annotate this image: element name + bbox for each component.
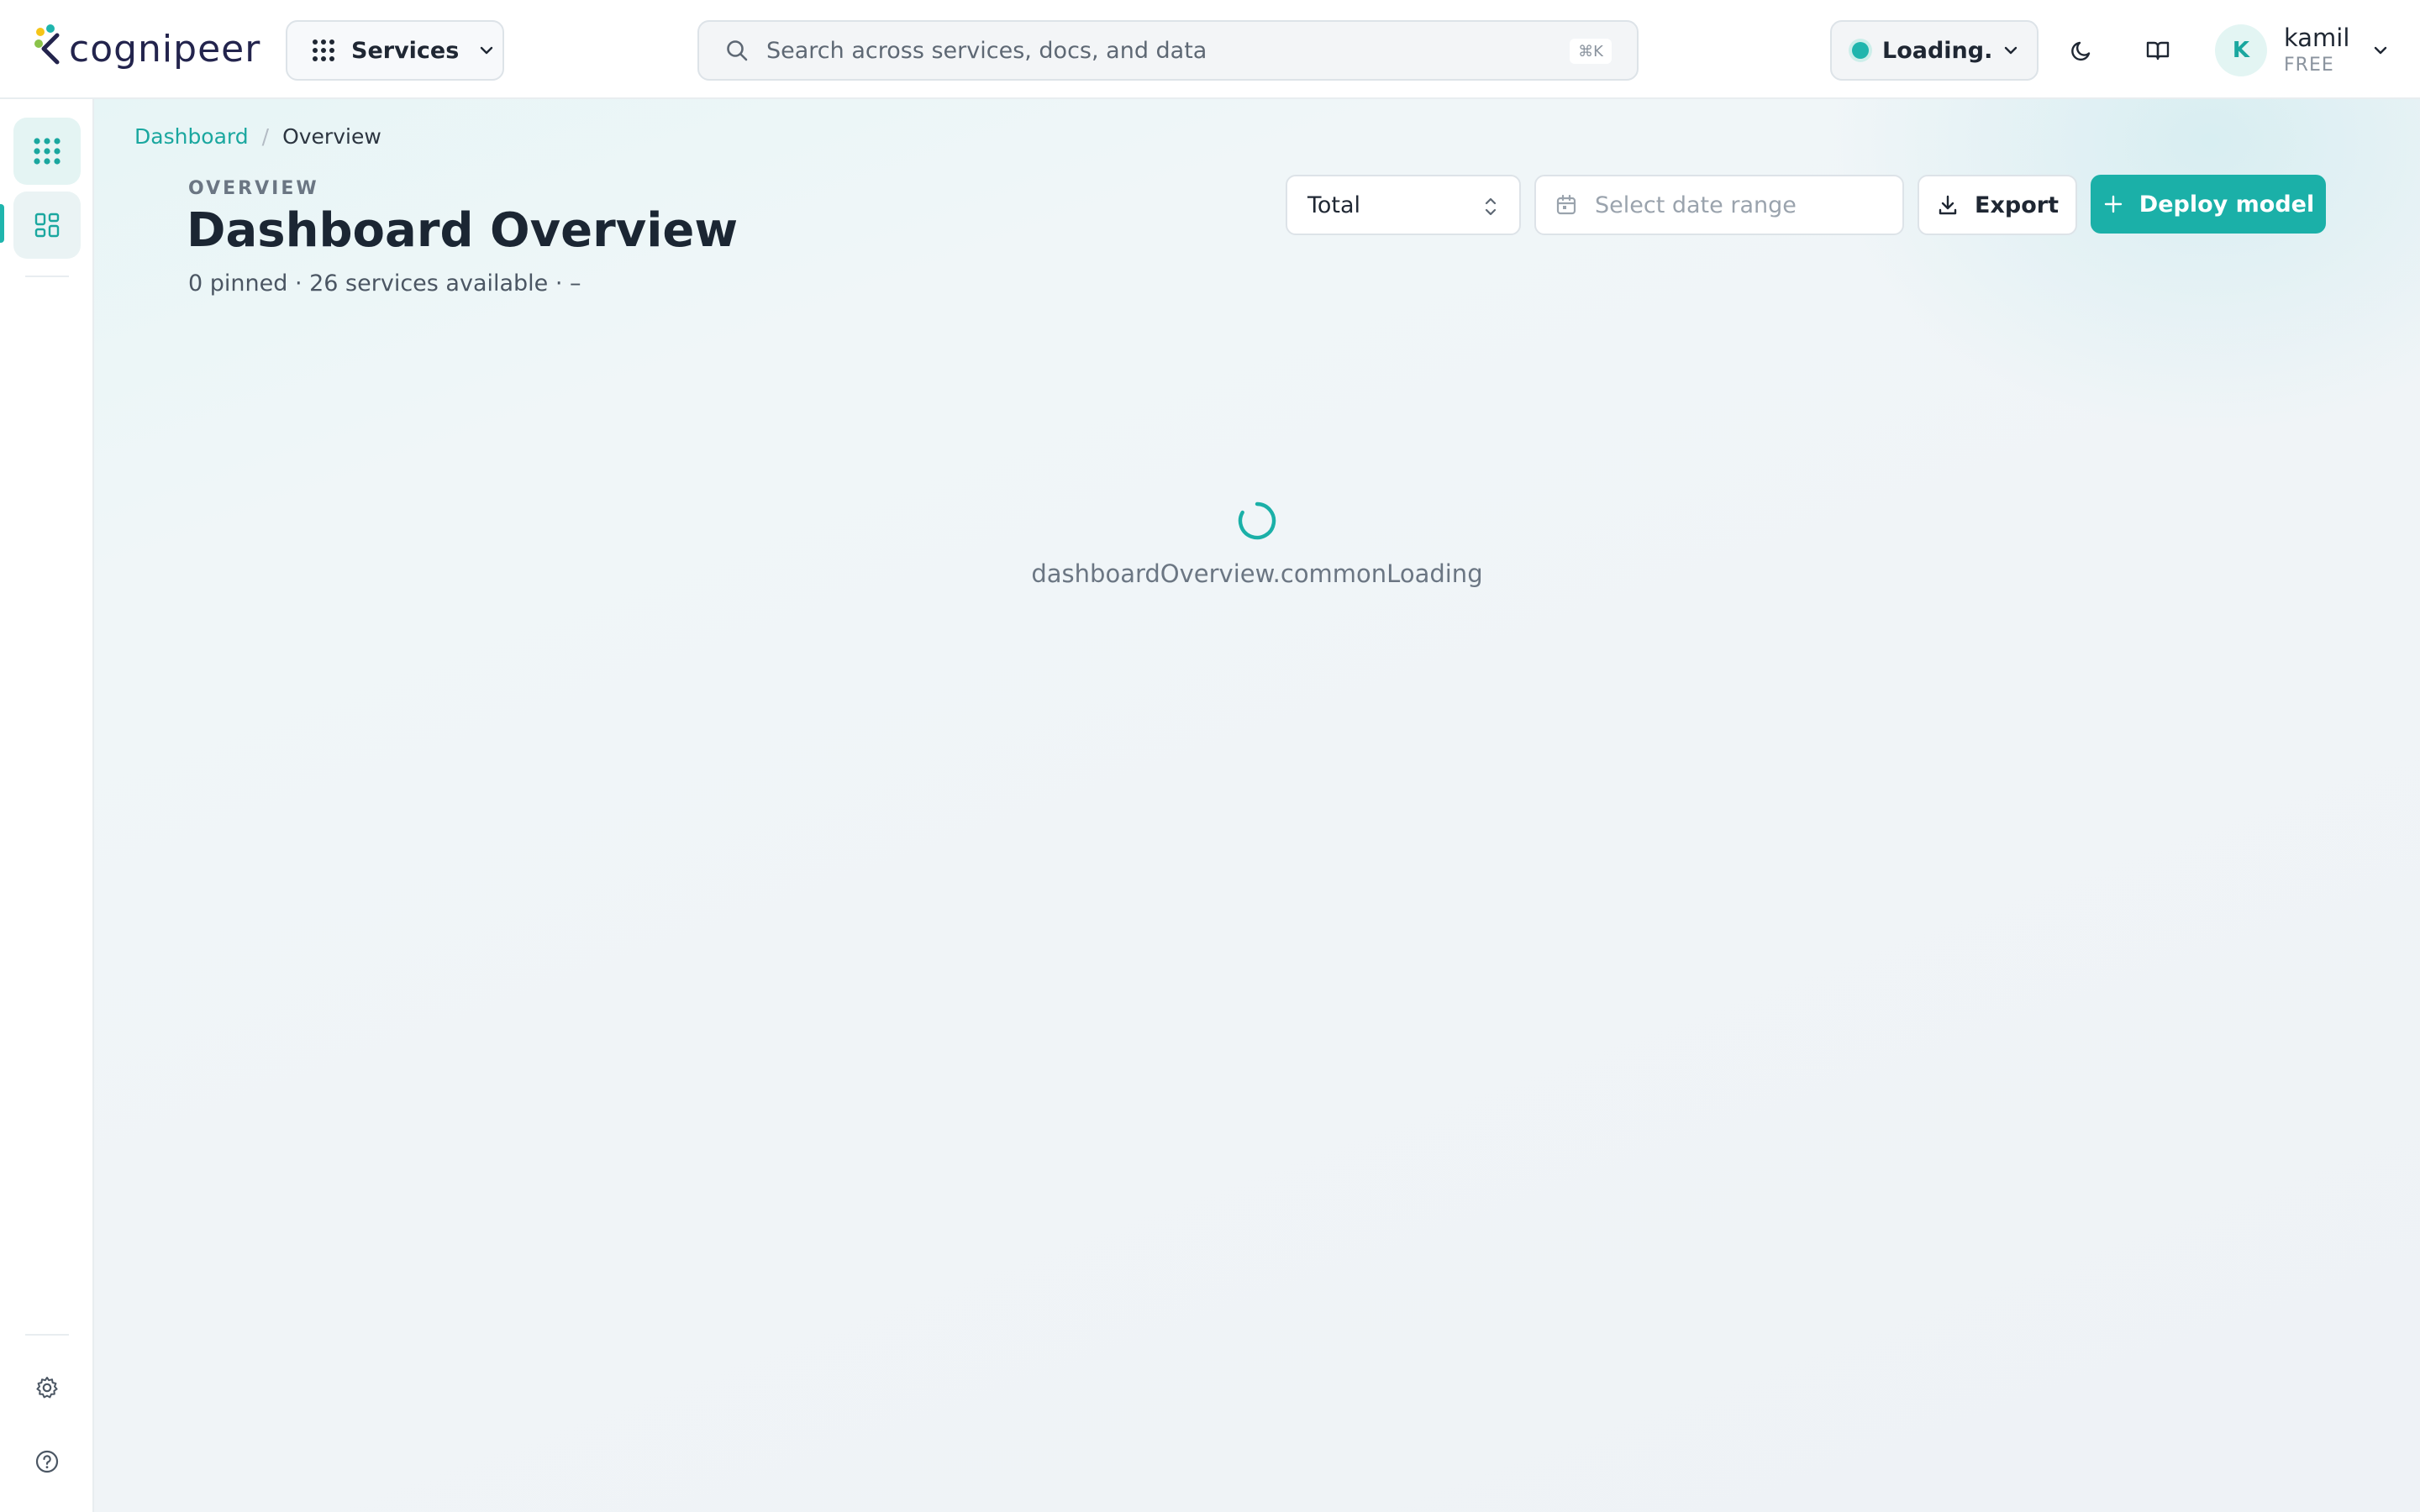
user-name: kamil (2284, 24, 2350, 52)
avatar: K (2215, 24, 2267, 76)
brand-name: cognipeer (69, 27, 261, 71)
environment-label: Loading... (1882, 37, 1991, 64)
services-menu-button[interactable]: Services (286, 20, 504, 81)
date-range-picker[interactable]: Select date range (1534, 175, 1904, 235)
moon-icon (2071, 41, 2091, 61)
date-range-placeholder: Select date range (1595, 192, 1797, 218)
environment-selector[interactable]: Loading... (1830, 20, 2039, 81)
search-input[interactable] (766, 37, 1556, 64)
cognipeer-logo-icon (34, 24, 60, 65)
global-search[interactable]: ⌘K (697, 20, 1639, 81)
sidebar-divider (25, 276, 69, 277)
sidebar (0, 99, 94, 1512)
dashboard-layout-icon (34, 213, 60, 238)
aggregation-select[interactable]: Total (1286, 175, 1521, 235)
calendar-icon (1556, 194, 1576, 215)
breadcrumb-separator: / (261, 124, 270, 149)
breadcrumb: Dashboard / Overview (134, 124, 381, 149)
grid-dots-icon (313, 39, 334, 61)
sidebar-item-settings[interactable] (13, 1354, 81, 1421)
book-open-icon (2146, 41, 2170, 60)
status-dot (1852, 42, 1869, 59)
sidebar-item-help[interactable] (13, 1428, 81, 1495)
page-subtitle: 0 pinned · 26 services available · – (188, 270, 581, 297)
chevron-up-down-icon (1485, 197, 1497, 216)
loading-message: dashboardOverview.commonLoading (1031, 559, 1483, 588)
aggregation-value: Total (1307, 192, 1361, 218)
plan-badge: FREE (2284, 55, 2334, 76)
sidebar-divider (25, 1334, 69, 1336)
loading-spinner-icon (1238, 501, 1276, 540)
top-bar: cognipeer Services ⌘K Loading... (0, 0, 2420, 99)
user-menu[interactable]: K kamil FREE (2215, 18, 2390, 82)
sidebar-item-dashboard[interactable] (13, 192, 81, 259)
chevron-down-icon (2004, 46, 2018, 55)
deploy-model-label: Deploy model (2139, 191, 2315, 218)
gear-icon (36, 1377, 58, 1399)
export-button[interactable]: Export (1918, 175, 2077, 235)
docs-button[interactable] (2136, 29, 2180, 72)
chevron-down-icon (2375, 46, 2387, 55)
services-label: Services (351, 37, 460, 64)
brand-logo[interactable]: cognipeer (32, 22, 260, 76)
page-title: Dashboard Overview (187, 203, 739, 258)
page-eyebrow: OVERVIEW (188, 178, 319, 199)
sidebar-item-apps[interactable] (13, 118, 81, 185)
download-icon (1939, 195, 1957, 215)
help-circle-icon (35, 1450, 59, 1473)
user-info: kamil FREE (2284, 23, 2349, 78)
search-shortcut-badge: ⌘K (1570, 39, 1612, 64)
breadcrumb-link-dashboard[interactable]: Dashboard (134, 124, 249, 149)
breadcrumb-current: Overview (282, 124, 381, 149)
search-icon (727, 40, 748, 61)
theme-toggle-button[interactable] (2060, 29, 2104, 72)
chevron-down-icon (481, 46, 493, 55)
export-label: Export (1975, 192, 2059, 218)
deploy-model-button[interactable]: Deploy model (2091, 175, 2326, 234)
plus-icon (2104, 195, 2122, 213)
main-content: Dashboard / Overview OVERVIEW Dashboard … (94, 99, 2420, 1512)
grid-dots-icon (34, 138, 60, 165)
active-indicator (0, 204, 4, 243)
